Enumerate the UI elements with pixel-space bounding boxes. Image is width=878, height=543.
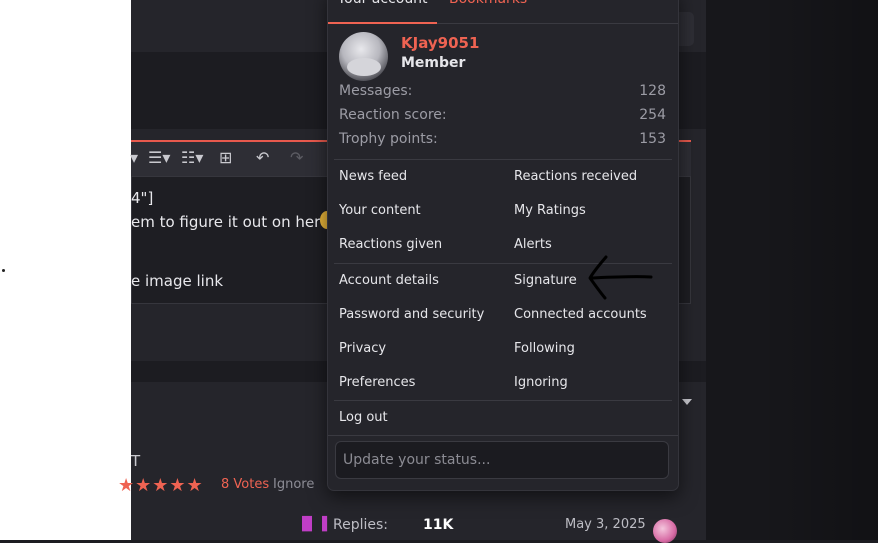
following-link[interactable]: Following bbox=[514, 341, 575, 356]
signature-link[interactable]: Signature bbox=[514, 273, 577, 288]
stat-reaction-score: Reaction score: 254 bbox=[339, 107, 666, 123]
editor-line-1: 4"] bbox=[131, 189, 154, 207]
stat-trophy-points: Trophy points: 153 bbox=[339, 131, 666, 147]
caret-icon[interactable]: ▾ bbox=[130, 148, 138, 167]
replies-label: Replies: bbox=[333, 517, 389, 533]
connected-accounts-link[interactable]: Connected accounts bbox=[514, 307, 647, 322]
stat-messages: Messages: 128 bbox=[339, 83, 666, 99]
ignore-link[interactable]: Ignore bbox=[273, 477, 314, 492]
chevron-down-icon[interactable] bbox=[682, 399, 692, 405]
thread-title-partial: T bbox=[131, 452, 141, 470]
align-icon[interactable]: ☰▾ bbox=[148, 148, 170, 167]
avatar[interactable] bbox=[339, 32, 388, 81]
table-icon[interactable]: ⊞ bbox=[219, 148, 232, 167]
annotation-arrow-icon bbox=[588, 255, 653, 300]
privacy-link[interactable]: Privacy bbox=[339, 341, 386, 356]
right-shadow bbox=[760, 0, 878, 540]
logout-link[interactable]: Log out bbox=[339, 410, 388, 425]
last-poster-avatar[interactable] bbox=[653, 519, 677, 543]
editor-line-3: e image link bbox=[131, 272, 224, 290]
stat-label: Trophy points: bbox=[339, 131, 438, 147]
tab-your-account[interactable]: Your account bbox=[328, 0, 437, 24]
password-security-link[interactable]: Password and security bbox=[339, 307, 484, 322]
replies-value: 11K bbox=[423, 517, 454, 533]
status-input[interactable] bbox=[335, 441, 669, 479]
status-update-area bbox=[328, 435, 678, 490]
star-rating-icon: ★★★★★ bbox=[118, 475, 204, 496]
bullet-dot bbox=[2, 269, 5, 272]
reactions-given-link[interactable]: Reactions given bbox=[339, 237, 442, 252]
redo-icon[interactable]: ↷ bbox=[290, 148, 303, 167]
your-content-link[interactable]: Your content bbox=[339, 203, 421, 218]
stat-label: Messages: bbox=[339, 83, 413, 99]
undo-icon[interactable]: ↶ bbox=[256, 148, 269, 167]
news-feed-link[interactable]: News feed bbox=[339, 169, 407, 184]
account-menu: Your account Bookmarks KJay9051 Member M… bbox=[327, 0, 679, 491]
ignoring-link[interactable]: Ignoring bbox=[514, 375, 568, 390]
editor-line-2: em to figure it out on here bbox=[131, 213, 330, 231]
alerts-link[interactable]: Alerts bbox=[514, 237, 552, 252]
stat-label: Reaction score: bbox=[339, 107, 447, 123]
last-post-date: May 3, 2025 bbox=[565, 517, 646, 532]
votes-link[interactable]: 8 Votes bbox=[221, 477, 269, 492]
menu-divider bbox=[334, 400, 672, 401]
my-ratings-link[interactable]: My Ratings bbox=[514, 203, 586, 218]
stat-value: 254 bbox=[639, 107, 666, 123]
tab-bookmarks[interactable]: Bookmarks bbox=[449, 0, 527, 22]
account-menu-tabs: Your account Bookmarks bbox=[328, 0, 678, 24]
left-white-region bbox=[0, 0, 131, 540]
stat-value: 153 bbox=[639, 131, 666, 147]
menu-divider bbox=[334, 159, 672, 160]
stat-value: 128 bbox=[639, 83, 666, 99]
chart-icon: ▐▌▐ bbox=[297, 517, 327, 532]
preferences-link[interactable]: Preferences bbox=[339, 375, 415, 390]
user-title: Member bbox=[401, 55, 466, 71]
username-link[interactable]: KJay9051 bbox=[401, 34, 479, 52]
reactions-received-link[interactable]: Reactions received bbox=[514, 169, 637, 184]
account-details-link[interactable]: Account details bbox=[339, 273, 439, 288]
list-icon[interactable]: ☷▾ bbox=[181, 148, 203, 167]
